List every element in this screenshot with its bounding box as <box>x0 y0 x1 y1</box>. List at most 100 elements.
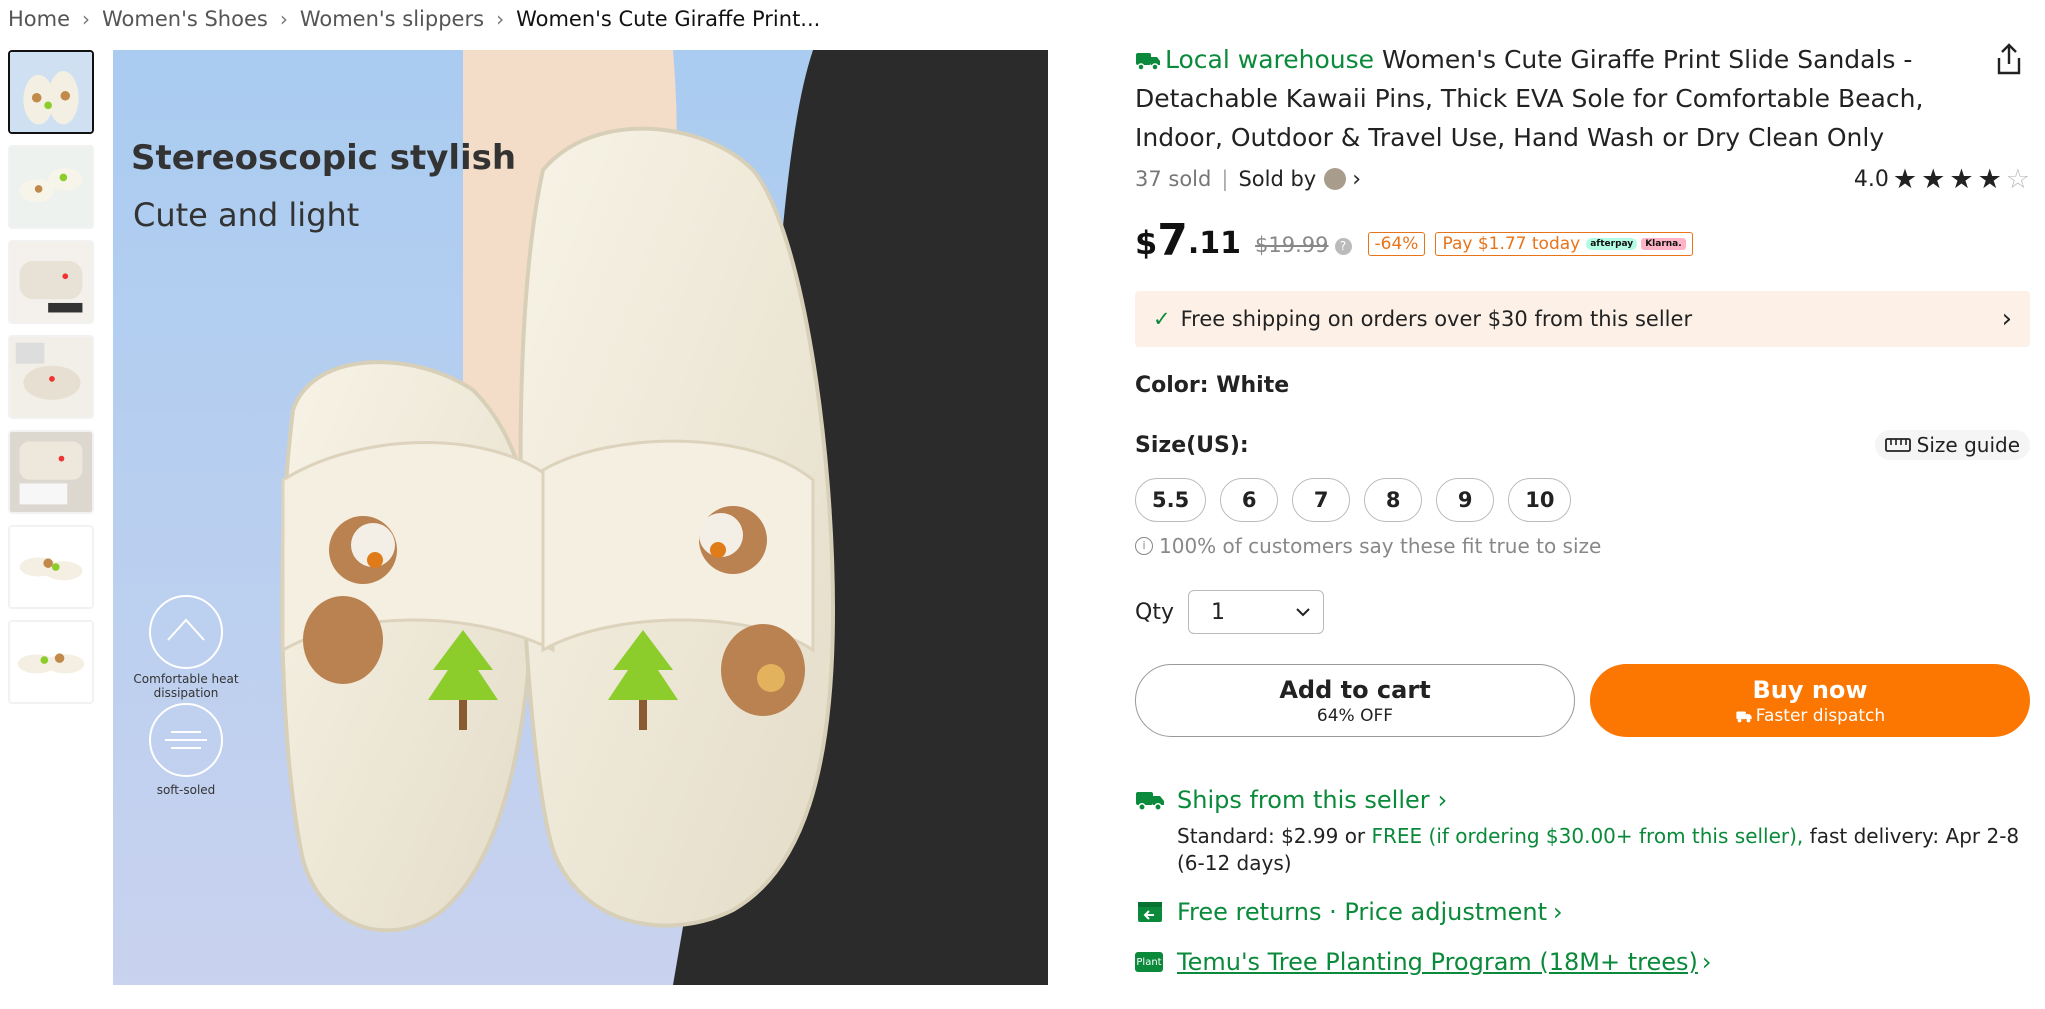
local-warehouse-badge: Local warehouse <box>1165 45 1375 74</box>
price-currency: $ <box>1135 224 1158 262</box>
return-box-icon <box>1138 902 1162 922</box>
truck-icon <box>1136 792 1164 811</box>
chevron-right-icon: › <box>1701 948 1712 976</box>
product-info-panel: Local warehouse Women's Cute Giraffe Pri… <box>1135 40 2030 979</box>
free-shipping-text: Free shipping on orders over $30 from th… <box>1180 307 1693 331</box>
chevron-right-icon[interactable]: › <box>1352 167 1361 192</box>
feature-label-heat: Comfortable heat dissipation <box>133 672 239 700</box>
sold-count: 37 sold <box>1135 167 1212 191</box>
price-row: $ 7 .11 $19.99 ? -64% Pay $1.77 today af… <box>1135 213 2030 263</box>
buy-now-sub-text: Faster dispatch <box>1755 705 1886 726</box>
add-to-cart-button[interactable]: Add to cart 64% OFF <box>1135 664 1575 737</box>
klarna-logo: Klarna. <box>1641 238 1686 250</box>
thumbnail-list <box>8 50 94 715</box>
chevron-right-icon: › <box>1553 898 1563 926</box>
info-icon: i <box>1135 537 1153 555</box>
thumbnail-7[interactable] <box>8 620 94 704</box>
chevron-right-icon: › <box>1437 786 1448 814</box>
seller-avatar[interactable] <box>1324 168 1347 190</box>
qty-value: 1 <box>1210 599 1225 625</box>
feature-label-soft: soft-soled <box>156 783 216 797</box>
product-photo <box>113 50 1048 985</box>
rating[interactable]: 4.0 ★ ★ ★ ★ ☆ <box>1854 164 2030 195</box>
action-buttons: Add to cart 64% OFF Buy now Faster dispa… <box>1135 664 2030 737</box>
share-icon[interactable] <box>1994 42 2024 76</box>
plant-icon: Plant <box>1135 952 1163 972</box>
ships-from-seller-link[interactable]: Ships from this seller › <box>1135 783 2030 817</box>
size-option[interactable]: 7 <box>1292 478 1351 522</box>
star-empty-icon: ☆ <box>2005 163 2030 195</box>
main-product-image[interactable]: Stereoscopic stylish Cute and light Comf… <box>113 50 1048 985</box>
shipping-info: Ships from this seller › Standard: $2.99… <box>1135 783 2030 979</box>
free-returns-link[interactable]: Free returns · Price adjustment › <box>1135 895 2030 929</box>
rating-value: 4.0 <box>1853 166 1889 192</box>
free-shipping-banner[interactable]: ✓ Free shipping on orders over $30 from t… <box>1135 291 2030 347</box>
breadcrumb: Home › Women's Shoes › Women's slippers … <box>8 2 820 36</box>
check-icon: ✓ <box>1153 307 1171 331</box>
free-returns-text: Free returns · Price adjustment <box>1177 898 1548 926</box>
ruler-icon <box>1884 438 1911 452</box>
price-decimal: .11 <box>1187 226 1242 261</box>
truck-icon <box>1136 53 1160 71</box>
buy-now-sub: Faster dispatch <box>1735 705 1885 727</box>
add-to-cart-label: Add to cart <box>1279 675 1431 704</box>
divider: | <box>1221 167 1229 191</box>
thumbnail-2[interactable] <box>8 145 94 229</box>
size-guide-button[interactable]: Size guide <box>1874 430 2030 460</box>
add-to-cart-sub: 64% OFF <box>1316 705 1394 726</box>
image-heading: Stereoscopic stylish <box>131 138 517 178</box>
question-icon[interactable]: ? <box>1334 238 1352 255</box>
size-option[interactable]: 9 <box>1436 478 1495 522</box>
breadcrumb-home[interactable]: Home <box>8 7 70 31</box>
qty-row: Qty 1 <box>1135 590 2030 634</box>
breadcrumb-womens-slippers[interactable]: Women's slippers <box>300 7 484 31</box>
pay-today-text: Pay $1.77 today <box>1442 234 1581 254</box>
sold-row: 37 sold | Sold by › 4.0 ★ ★ ★ ★ ☆ <box>1135 163 2030 195</box>
shipping-detail-free: FREE (if ordering $30.00+ from this sell… <box>1371 824 1804 848</box>
star-icon: ★ <box>1977 163 2002 195</box>
tree-planting-link[interactable]: Plant Temu's Tree Planting Program (18M+… <box>1135 945 2030 979</box>
chevron-right-icon: › <box>279 7 288 31</box>
product-title-block: Local warehouse Women's Cute Giraffe Pri… <box>1135 40 2030 157</box>
qty-select[interactable]: 1 <box>1187 590 1324 634</box>
chevron-right-icon: › <box>2001 304 2012 334</box>
size-header: Size(US): Size guide <box>1135 430 2030 460</box>
star-icon: ★ <box>1921 163 1946 195</box>
chevron-right-icon: › <box>496 7 505 31</box>
tree-planting-text: Temu's Tree Planting Program (18M+ trees… <box>1177 948 1698 976</box>
thumbnail-3[interactable] <box>8 240 94 324</box>
buy-now-button[interactable]: Buy now Faster dispatch <box>1590 664 2030 737</box>
size-option[interactable]: 8 <box>1364 478 1423 522</box>
chevron-down-icon <box>1296 608 1310 617</box>
shipping-detail: Standard: $2.99 or FREE (if ordering $30… <box>1177 823 2030 877</box>
ships-from-seller-text: Ships from this seller <box>1177 786 1430 814</box>
afterpay-logo: afterpay <box>1586 238 1638 250</box>
color-label: Color: White <box>1135 373 1290 398</box>
size-option[interactable]: 5.5 <box>1135 478 1207 522</box>
pay-later-badge[interactable]: Pay $1.77 today afterpay Klarna. <box>1435 232 1693 256</box>
size-label: Size(US): <box>1135 432 1249 458</box>
fit-note-text: 100% of customers say these fit true to … <box>1159 534 1602 558</box>
size-options: 5.5 6 7 8 9 10 <box>1135 478 2030 522</box>
breadcrumb-womens-shoes[interactable]: Women's Shoes <box>102 7 268 31</box>
chevron-right-icon: › <box>82 7 91 31</box>
image-subheading: Cute and light <box>133 196 360 234</box>
size-option[interactable]: 10 <box>1508 478 1572 522</box>
thumbnail-5[interactable] <box>8 430 94 514</box>
buy-now-label: Buy now <box>1752 675 1868 704</box>
thumbnail-4[interactable] <box>8 335 94 419</box>
fit-note: i 100% of customers say these fit true t… <box>1135 534 2030 558</box>
discount-badge: -64% <box>1367 232 1426 256</box>
size-guide-label: Size guide <box>1916 433 2020 457</box>
shipping-detail-a: Standard: $2.99 or <box>1177 824 1372 848</box>
thumbnail-1[interactable] <box>8 50 94 134</box>
star-icon: ★ <box>1949 163 1974 195</box>
original-price: $19.99 <box>1255 233 1329 257</box>
breadcrumb-current: Women's Cute Giraffe Print... <box>516 7 821 31</box>
sold-by-label: Sold by <box>1238 167 1317 191</box>
star-icon: ★ <box>1892 163 1918 195</box>
thumbnail-6[interactable] <box>8 525 94 609</box>
size-option[interactable]: 6 <box>1220 478 1279 522</box>
price-integer: 7 <box>1157 215 1188 266</box>
qty-label: Qty <box>1135 599 1174 625</box>
